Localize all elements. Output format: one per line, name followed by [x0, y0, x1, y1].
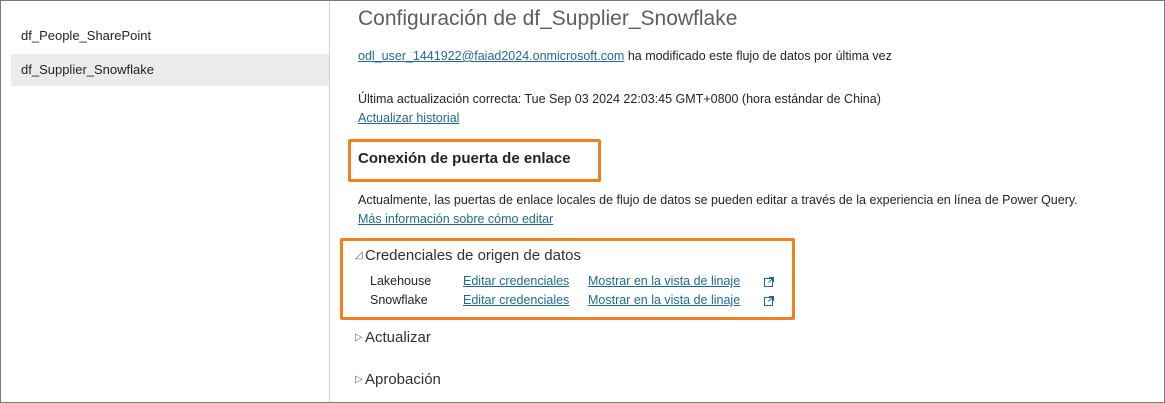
credentials-expander[interactable]: ◿ Credenciales de origen de datos: [355, 247, 581, 264]
gateway-connection-heading: Conexión de puerta de enlace: [358, 150, 571, 167]
expanded-triangle-icon: ◿: [355, 250, 363, 261]
edit-credentials-link[interactable]: Editar credenciales: [463, 293, 569, 307]
page-title: Configuración de df_Supplier_Snowflake: [358, 7, 738, 30]
credential-source-name: Lakehouse: [370, 274, 432, 288]
refresh-history-link[interactable]: Actualizar historial: [358, 111, 459, 125]
settings-panel: Configuración de df_Supplier_Snowflake o…: [330, 0, 1164, 403]
refresh-history-line: Actualizar historial: [358, 111, 459, 125]
last-modified-line: odl_user_1441922@faiad2024.onmicrosoft.c…: [358, 49, 892, 63]
refresh-section-label: Actualizar: [365, 329, 431, 346]
gateway-more-info-line: Más información sobre cómo editar: [358, 212, 553, 226]
modified-by-text: ha modificado este flujo de datos por úl…: [624, 49, 892, 63]
collapsed-triangle-icon: ▷: [355, 374, 363, 385]
show-lineage-link[interactable]: Mostrar en la vista de linaje: [588, 293, 740, 307]
gateway-more-info-link[interactable]: Más información sobre cómo editar: [358, 212, 553, 226]
external-link-icon[interactable]: [764, 277, 774, 287]
modified-by-user-link[interactable]: odl_user_1441922@faiad2024.onmicrosoft.c…: [358, 49, 624, 63]
gateway-description: Actualmente, las puertas de enlace local…: [358, 193, 1078, 207]
edit-credentials-link[interactable]: Editar credenciales: [463, 274, 569, 288]
credential-source-name: Snowflake: [370, 293, 428, 307]
collapsed-triangle-icon: ▷: [355, 332, 363, 343]
external-link-icon[interactable]: [764, 296, 774, 306]
approval-section-label: Aprobación: [365, 371, 441, 388]
sidebar: df_People_SharePoint df_Supplier_Snowfla…: [1, 1, 330, 402]
approval-section-expander[interactable]: ▷ Aprobación: [355, 371, 441, 388]
sidebar-item-df-supplier-snowflake[interactable]: df_Supplier_Snowflake: [11, 54, 329, 86]
refresh-section-expander[interactable]: ▷ Actualizar: [355, 329, 431, 346]
sidebar-item-df-people-sharepoint[interactable]: df_People_SharePoint: [11, 20, 329, 52]
show-lineage-link[interactable]: Mostrar en la vista de linaje: [588, 274, 740, 288]
last-refresh-text: Última actualización correcta: Tue Sep 0…: [358, 92, 881, 106]
credentials-heading: Credenciales de origen de datos: [365, 247, 581, 264]
